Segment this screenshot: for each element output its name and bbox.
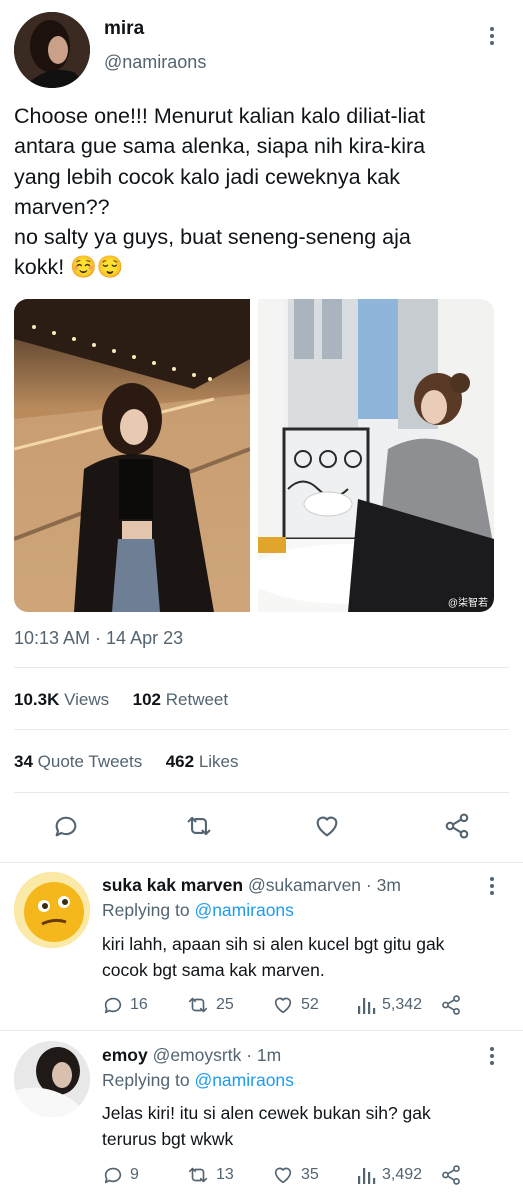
views-icon <box>358 998 376 1014</box>
avatar-photo <box>14 1041 90 1117</box>
replying-to-label: Replying to <box>102 900 190 920</box>
tunnel-photo <box>14 299 250 612</box>
reply-author-name[interactable]: emoy <box>102 1045 148 1065</box>
emoji-avatar-icon <box>14 872 90 948</box>
share-icon[interactable] <box>443 812 471 840</box>
reply-text-line: terurus bgt wkwk <box>102 1129 234 1149</box>
reply-count: 16 <box>130 996 148 1013</box>
like-icon[interactable] <box>312 812 342 840</box>
reply-icon[interactable] <box>52 812 80 840</box>
reply-author-handle-time[interactable]: @sukamarven · 3m <box>248 875 401 895</box>
divider <box>14 792 509 793</box>
replying-to: Replying to @namiraons <box>102 1070 294 1091</box>
reply-text: kiri lahh, apaan sih si alen kucel bgt g… <box>102 931 444 983</box>
tweet-text-line: no salty ya guys, buat seneng-seneng aja <box>14 225 411 250</box>
tweet-text-line: marven?? <box>14 194 110 219</box>
reply-action-views[interactable]: 3,492 <box>356 1164 422 1186</box>
views-label: Views <box>64 690 110 709</box>
reply-action-views[interactable]: 5,342 <box>356 994 422 1016</box>
replying-to-handle[interactable]: @namiraons <box>194 1070 293 1090</box>
reply-author-name[interactable]: suka kak marven <box>102 875 243 895</box>
reply-text: Jelas kiri! itu si alen cewek bukan sih?… <box>102 1100 431 1152</box>
views-count: 5,342 <box>382 996 423 1013</box>
like-icon <box>274 997 292 1014</box>
retweet-icon[interactable] <box>184 812 214 840</box>
retweet-icon <box>188 1167 208 1183</box>
reply-text-line: kiri lahh, apaan sih si alen kucel bgt g… <box>102 934 445 954</box>
avatar-photo <box>14 12 90 88</box>
tweet-text-line: antara gue sama alenka, siapa nih kira-k… <box>14 134 426 159</box>
likes-count[interactable]: 462 <box>166 752 194 771</box>
reply-author-handle-time[interactable]: @emoysrtk · 1m <box>153 1045 282 1065</box>
more-options-icon[interactable] <box>489 27 495 45</box>
replying-to-handle[interactable]: @namiraons <box>194 900 293 920</box>
reply-text-line: Jelas kiri! itu si alen cewek bukan sih?… <box>102 1103 431 1123</box>
tweet-photo-right[interactable]: @柒智若 <box>258 299 494 612</box>
quote-count[interactable]: 34 <box>14 752 33 771</box>
stats-views-retweets: 10.3K Views 102 Retweet <box>14 690 228 710</box>
reply-header: emoy @emoysrtk · 1m <box>102 1045 281 1066</box>
divider <box>14 729 509 730</box>
author-name[interactable]: mira <box>104 18 144 40</box>
reply-icon <box>104 1167 122 1184</box>
reply-action-retweet[interactable]: 25 <box>186 994 234 1016</box>
retweet-count: 13 <box>216 1166 234 1183</box>
divider <box>0 1030 523 1031</box>
reply-action-like[interactable]: 52 <box>271 994 319 1016</box>
divider <box>14 667 509 668</box>
share-icon[interactable] <box>440 1164 462 1186</box>
like-count: 52 <box>301 996 319 1013</box>
tweet-photo-left[interactable] <box>14 299 250 612</box>
reply-avatar[interactable] <box>14 1041 90 1117</box>
author-handle[interactable]: @namiraons <box>104 52 206 73</box>
replying-to: Replying to @namiraons <box>102 900 294 921</box>
likes-label[interactable]: Likes <box>199 752 239 771</box>
reply-icon <box>104 997 122 1014</box>
reply-action-reply[interactable]: 9 <box>102 1164 139 1186</box>
stats-quotes-likes: 34 Quote Tweets 462 Likes <box>14 752 239 772</box>
tweet-text-line: Choose one!!! Menurut kalian kalo diliat… <box>14 104 426 128</box>
views-count: 3,492 <box>382 1166 423 1183</box>
retweet-label[interactable]: Retweet <box>166 690 228 709</box>
retweet-icon <box>188 997 208 1013</box>
reply-action-reply[interactable]: 16 <box>102 994 148 1016</box>
reply-action-like[interactable]: 35 <box>271 1164 319 1186</box>
photo-watermark: @柒智若 <box>447 598 488 609</box>
reply-avatar[interactable] <box>14 872 90 948</box>
views-count: 10.3K <box>14 690 60 709</box>
reply-header: suka kak marven @sukamarven · 3m <box>102 875 401 896</box>
reply-count: 9 <box>130 1166 139 1183</box>
tweet-timestamp[interactable]: 10:13 AM · 14 Apr 23 <box>14 628 183 649</box>
reply-text-line: cocok bgt sama kak marven. <box>102 960 325 980</box>
tweet-text-line: kokk! ☺️😌 <box>14 255 124 280</box>
retweet-count: 25 <box>216 996 234 1013</box>
views-icon <box>358 1168 376 1184</box>
more-options-icon[interactable] <box>489 1047 495 1065</box>
more-options-icon[interactable] <box>489 877 495 895</box>
window-photo <box>258 299 494 612</box>
like-count: 35 <box>301 1166 319 1183</box>
quote-label[interactable]: Quote Tweets <box>38 752 143 771</box>
replying-to-label: Replying to <box>102 1070 190 1090</box>
retweet-count[interactable]: 102 <box>133 690 161 709</box>
divider <box>0 862 523 863</box>
share-icon[interactable] <box>440 994 462 1016</box>
tweet-text-line: yang lebih cocok kalo jadi ceweknya kak <box>14 164 401 189</box>
like-icon <box>274 1167 292 1184</box>
reply-action-retweet[interactable]: 13 <box>186 1164 234 1186</box>
author-avatar[interactable] <box>14 12 90 88</box>
tweet-text: Choose one!!! Menurut kalian kalo diliat… <box>14 101 514 283</box>
